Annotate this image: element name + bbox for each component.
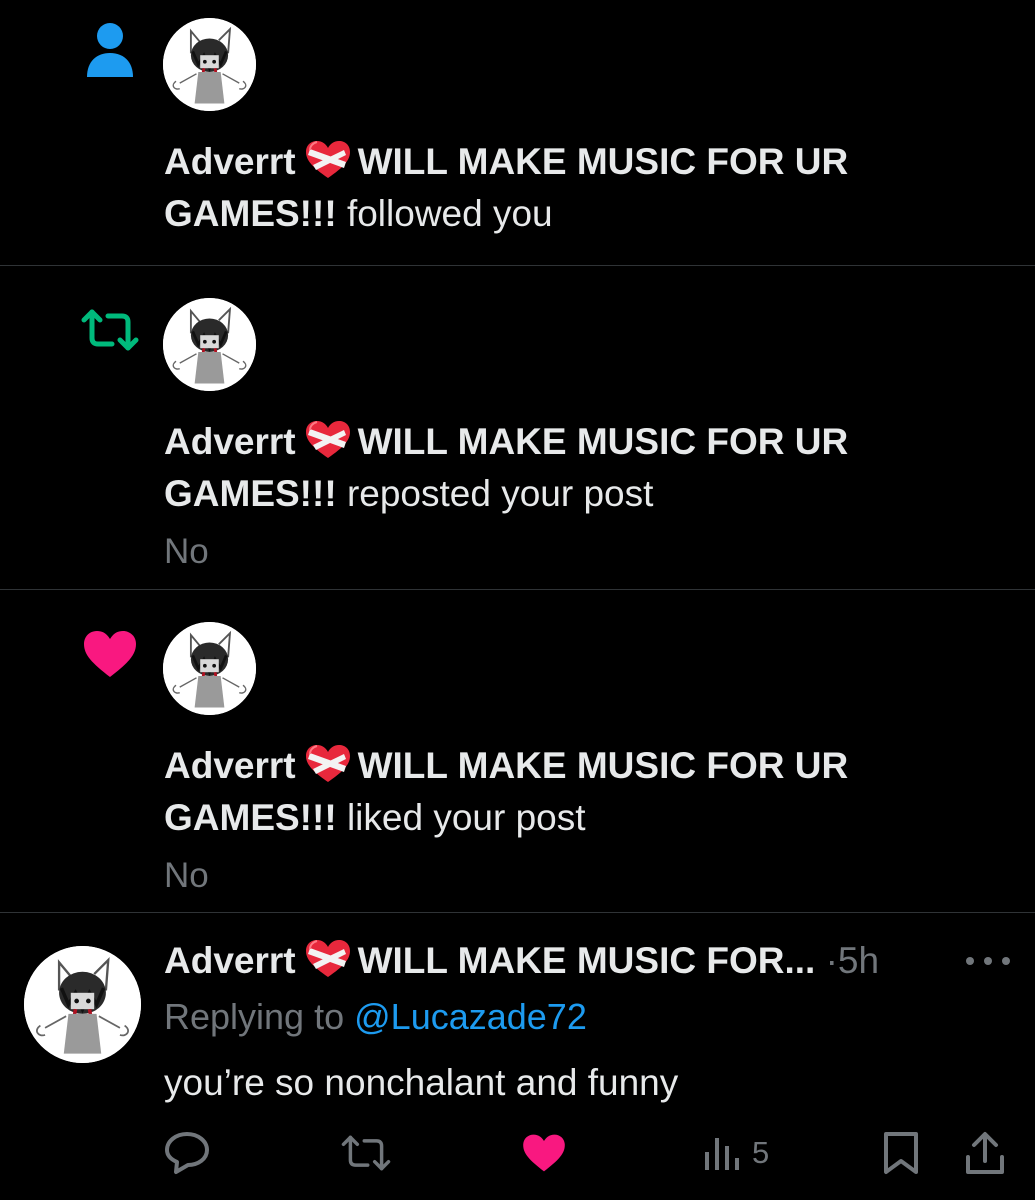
separator: ·	[825, 940, 838, 981]
repost-button[interactable]	[340, 1128, 392, 1178]
avatar[interactable]	[163, 622, 256, 715]
heart-icon	[78, 622, 142, 686]
display-name[interactable]: Adverrt WILL MAKE MUSIC FOR...	[164, 940, 815, 981]
post-text: you’re so nonchalant and funny	[164, 1062, 679, 1103]
notification-follow[interactable]: Adverrt WILL MAKE MUSIC FOR UR GAMES!!! f…	[0, 0, 1035, 266]
notification-text: Adverrt WILL MAKE MUSIC FOR UR GAMES!!! r…	[164, 416, 944, 520]
notification-repost[interactable]: Adverrt WILL MAKE MUSIC FOR UR GAMES!!! r…	[0, 266, 1035, 590]
notification-like[interactable]: Adverrt WILL MAKE MUSIC FOR UR GAMES!!! l…	[0, 590, 1035, 913]
heart-icon	[523, 1134, 565, 1172]
post-header: Adverrt WILL MAKE MUSIC FOR... ·5h	[164, 935, 879, 987]
post-actions: 5	[0, 1128, 1035, 1178]
bookmark-button[interactable]	[883, 1128, 919, 1178]
notification-text: Adverrt WILL MAKE MUSIC FOR UR GAMES!!! l…	[164, 740, 944, 844]
action-text: liked your post	[346, 797, 586, 838]
bar-chart-icon	[705, 1138, 739, 1170]
repost-icon	[78, 298, 142, 362]
avatar[interactable]	[24, 946, 141, 1063]
like-button[interactable]	[521, 1128, 567, 1178]
reply-post[interactable]: Adverrt WILL MAKE MUSIC FOR... ·5h Replyi…	[0, 913, 1035, 1200]
comment-icon	[165, 1132, 209, 1174]
action-text: reposted your post	[346, 473, 654, 514]
mention-link[interactable]: @Lucazade72	[354, 996, 587, 1037]
heart-with-ribbon-emoji	[304, 744, 352, 784]
reply-button[interactable]	[164, 1128, 210, 1178]
notification-text: Adverrt WILL MAKE MUSIC FOR UR GAMES!!! f…	[164, 136, 944, 240]
avatar-image	[24, 946, 141, 1063]
post-snippet: No	[164, 856, 209, 895]
replying-to: Replying to @Lucazade72	[164, 996, 587, 1037]
avatar-image	[163, 622, 256, 715]
post-snippet: No	[164, 532, 209, 571]
avatar-image	[163, 298, 256, 391]
avatar-image	[163, 18, 256, 111]
share-button[interactable]	[964, 1128, 1006, 1178]
avatar[interactable]	[163, 298, 256, 391]
repost-icon	[341, 1135, 391, 1171]
views-count: 5	[752, 1135, 770, 1170]
heart-with-ribbon-emoji	[304, 939, 352, 979]
bookmark-icon	[884, 1132, 918, 1174]
avatar[interactable]	[163, 18, 256, 111]
timestamp[interactable]: 5h	[838, 940, 879, 981]
share-icon	[966, 1132, 1004, 1174]
action-text: followed you	[346, 193, 553, 234]
person-icon	[78, 18, 142, 82]
heart-with-ribbon-emoji	[304, 140, 352, 180]
heart-with-ribbon-emoji	[304, 420, 352, 460]
views-button[interactable]: 5	[704, 1128, 769, 1178]
more-options-icon[interactable]	[966, 941, 1010, 981]
